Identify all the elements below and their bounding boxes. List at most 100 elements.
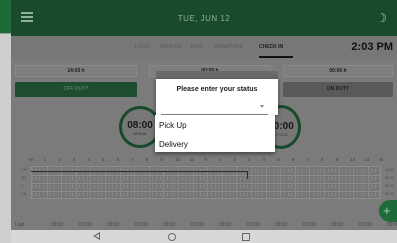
- grid-tick: [192, 185, 194, 188]
- grid-tick: [309, 169, 311, 172]
- summary-value: 00:00: [359, 222, 372, 228]
- grid-tick: [105, 177, 106, 180]
- grid-tick: [145, 177, 147, 180]
- clock: 2:03 PM: [351, 41, 393, 53]
- grid-tick: [272, 193, 274, 196]
- grid-tick: [152, 193, 154, 196]
- summary-value: 00:00: [191, 222, 204, 228]
- tab-profile[interactable]: PROFILE: [160, 44, 181, 50]
- grid-tick: [178, 193, 179, 196]
- grid-tick: [94, 193, 96, 196]
- grid-tick: [240, 185, 242, 188]
- grid-tick: [83, 193, 85, 196]
- break-gauge-label: BREAK: [133, 131, 147, 136]
- grid-tick: [254, 185, 256, 188]
- option-delivery[interactable]: Delivery: [159, 140, 188, 149]
- grid-tick: [185, 193, 187, 196]
- recent-apps-icon[interactable]: [242, 233, 250, 241]
- grid-tick: [360, 177, 362, 180]
- grid-tick: [159, 177, 161, 180]
- app-window: TUE, JUN 12 ☽ LOGS PROFILE DVIR SIGNATUR…: [11, 0, 397, 243]
- grid-row-total: 00:00: [385, 192, 394, 196]
- home-icon[interactable]: [168, 233, 176, 241]
- on-duty-button[interactable]: ON DUTY: [283, 82, 393, 97]
- grid-row-line: [32, 191, 380, 192]
- grid-tick: [214, 185, 216, 188]
- grid-tick: [371, 169, 373, 172]
- grid-tick: [247, 185, 249, 188]
- add-button[interactable]: +: [379, 200, 397, 222]
- grid-tick: [367, 177, 369, 180]
- grid-tick: [94, 177, 96, 180]
- grid-tick: [90, 185, 92, 188]
- tab-signature[interactable]: SIGNATURE: [214, 44, 243, 50]
- grid-tick: [265, 185, 267, 188]
- grid-tick: [203, 193, 205, 196]
- grid-tick: [272, 177, 274, 180]
- grid-tick: [265, 177, 267, 180]
- grid-tick: [313, 169, 315, 172]
- grid-tick: [261, 177, 263, 180]
- grid-hour-label: 11: [364, 157, 370, 162]
- grid-hour-label: 5: [277, 157, 280, 162]
- grid-tick: [324, 169, 325, 172]
- grid-hour-label: 4: [262, 157, 266, 162]
- time-box-on-duty: 00:00 h: [283, 65, 393, 77]
- grid-tick: [345, 169, 347, 172]
- grid-tick: [243, 193, 245, 196]
- grid-tick: [316, 193, 318, 196]
- grid-tick: [316, 169, 318, 172]
- grid-tick: [192, 177, 194, 180]
- grid-hour-label: 4: [87, 157, 90, 162]
- grid-tick: [349, 185, 351, 188]
- grid-tick: [331, 185, 333, 188]
- grid-tick: [261, 193, 263, 196]
- grid-tick: [134, 185, 136, 188]
- grid-tick: [269, 177, 271, 180]
- grid-hour-label: M: [379, 157, 384, 162]
- grid-tick: [283, 193, 285, 196]
- grid-tick: [123, 177, 125, 180]
- grid-row-label: ON: [21, 192, 27, 196]
- grid-tick: [57, 177, 59, 180]
- option-pick-up[interactable]: Pick Up: [159, 121, 187, 130]
- grid-tick: [316, 185, 318, 188]
- grid-tick: [134, 193, 136, 196]
- grid-tick: [305, 177, 307, 180]
- grid-tick: [170, 185, 172, 188]
- grid-tick: [378, 185, 380, 188]
- grid-row-label: D: [21, 184, 24, 188]
- grid-tick: [68, 193, 70, 196]
- grid-tick: [294, 185, 296, 188]
- back-icon[interactable]: [93, 232, 100, 240]
- summary-value: 00:00: [51, 222, 64, 228]
- grid-tick: [94, 185, 96, 188]
- grid-tick: [207, 185, 209, 188]
- tab-logs[interactable]: LOGS: [135, 44, 149, 50]
- summary-value: 00:00: [387, 222, 397, 228]
- grid-tick: [181, 177, 183, 180]
- grid-tick: [251, 177, 252, 180]
- grid-tick: [207, 193, 209, 196]
- summary-value: 00:00: [135, 222, 148, 228]
- grid-tick: [254, 193, 256, 196]
- grid-tick: [265, 193, 267, 196]
- grid-tick: [105, 185, 106, 188]
- grid-tick: [188, 185, 190, 188]
- grid-tick: [178, 185, 179, 188]
- grid-tick: [46, 185, 48, 188]
- grid-tick: [134, 177, 136, 180]
- duty-status-line: [31, 171, 247, 172]
- moon-icon[interactable]: ☽: [376, 11, 387, 25]
- grid-tick: [53, 177, 55, 180]
- off-duty-button[interactable]: OFF DUTY: [15, 82, 137, 97]
- grid-tick: [316, 177, 318, 180]
- grid-tick: [305, 169, 307, 172]
- grid-tick: [353, 185, 355, 188]
- tab-dvir[interactable]: DVIR: [191, 44, 203, 50]
- status-select[interactable]: [161, 101, 268, 115]
- grid-tick: [218, 177, 220, 180]
- tab-check-in[interactable]: CHECK IN: [259, 44, 283, 50]
- grid-tick: [327, 193, 329, 196]
- grid-tick: [163, 185, 165, 188]
